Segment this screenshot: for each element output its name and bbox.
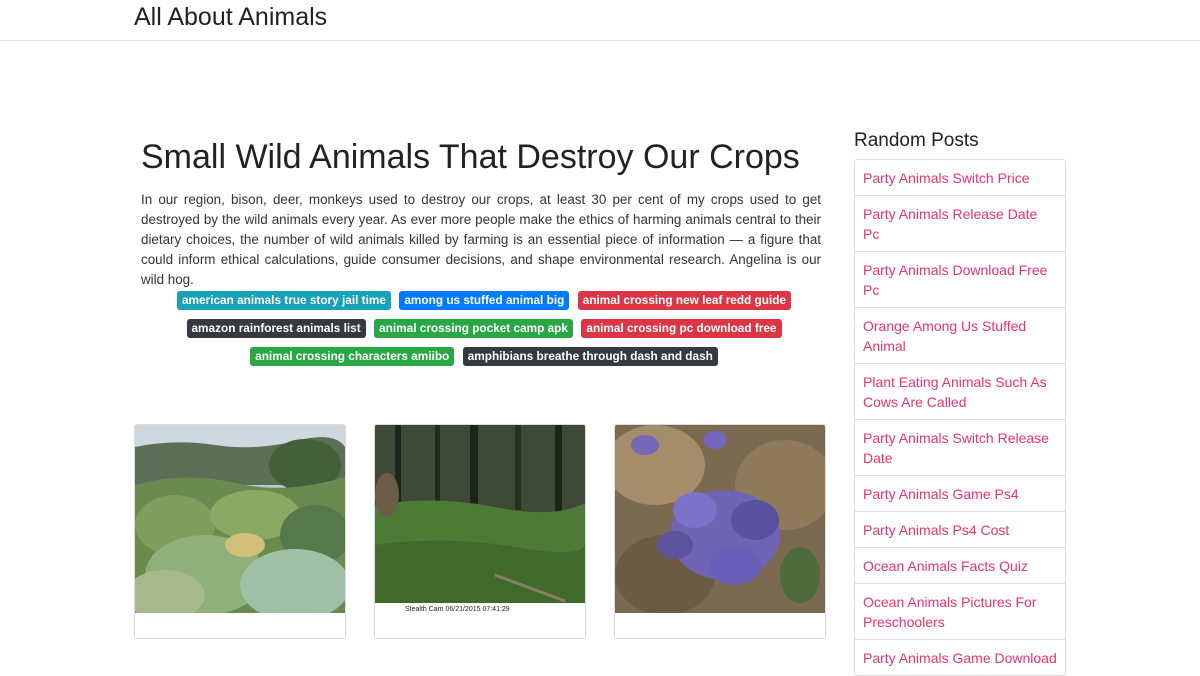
tag-list: american animals true story jail time am…	[134, 286, 834, 370]
tag-badge[interactable]: among us stuffed animal big	[399, 291, 570, 310]
random-post-link[interactable]: Party Animals Download Free Pc	[855, 252, 1065, 308]
random-post-link[interactable]: Orange Among Us Stuffed Animal	[855, 308, 1065, 364]
site-brand-link[interactable]: All About Animals	[134, 3, 327, 32]
post-body: In our region, bison, deer, monkeys used…	[141, 192, 821, 287]
tag-badge[interactable]: animal crossing pocket camp apk	[374, 319, 573, 338]
tag-badge[interactable]: amazon rainforest animals list	[186, 319, 366, 338]
random-post-link[interactable]: Party Animals Release Date Pc	[855, 196, 1065, 252]
trailcam-caption: Stealth Cam 06/21/2015 07:41:29	[405, 606, 510, 613]
random-post-link[interactable]: Ocean Animals Facts Quiz	[855, 548, 1065, 584]
related-card[interactable]	[614, 424, 826, 639]
random-post-link[interactable]: Party Animals Switch Price	[855, 160, 1065, 196]
random-post-link[interactable]: Party Animals Game Download	[855, 640, 1065, 675]
sidebar-title: Random Posts	[854, 130, 979, 151]
random-post-link[interactable]: Party Animals Switch Release Date	[855, 420, 1065, 476]
random-posts-list: Party Animals Switch Price Party Animals…	[854, 159, 1066, 676]
random-post-link[interactable]: Ocean Animals Pictures For Preschoolers	[855, 584, 1065, 640]
random-post-link[interactable]: Party Animals Game Ps4	[855, 476, 1065, 512]
tag-badge[interactable]: american animals true story jail time	[177, 291, 391, 310]
related-card[interactable]: Stealth Cam 06/21/2015 07:41:29	[374, 424, 586, 639]
tag-badge[interactable]: animal crossing pc download free	[581, 319, 782, 338]
post-title: Small Wild Animals That Destroy Our Crop…	[141, 138, 800, 176]
random-post-link[interactable]: Party Animals Ps4 Cost	[855, 512, 1065, 548]
garden-photo[interactable]	[135, 425, 345, 613]
random-posts-sidebar: Random Posts Party Animals Switch Price …	[854, 130, 1066, 676]
related-card[interactable]	[134, 424, 346, 639]
random-post-link[interactable]: Plant Eating Animals Such As Cows Are Ca…	[855, 364, 1065, 420]
top-navbar: All About Animals	[0, 0, 1200, 41]
tag-badge[interactable]: animal crossing characters amiibo	[250, 347, 455, 366]
tag-badge[interactable]: amphibians breathe through dash and dash	[462, 347, 718, 366]
related-cards: Stealth Cam 06/21/2015 07:41:29	[134, 424, 834, 639]
tag-badge[interactable]: animal crossing new leaf redd guide	[577, 291, 791, 310]
deer-trailcam-photo[interactable]: Stealth Cam 06/21/2015 07:41:29	[375, 425, 585, 613]
purple-flowers-photo[interactable]	[615, 425, 825, 613]
